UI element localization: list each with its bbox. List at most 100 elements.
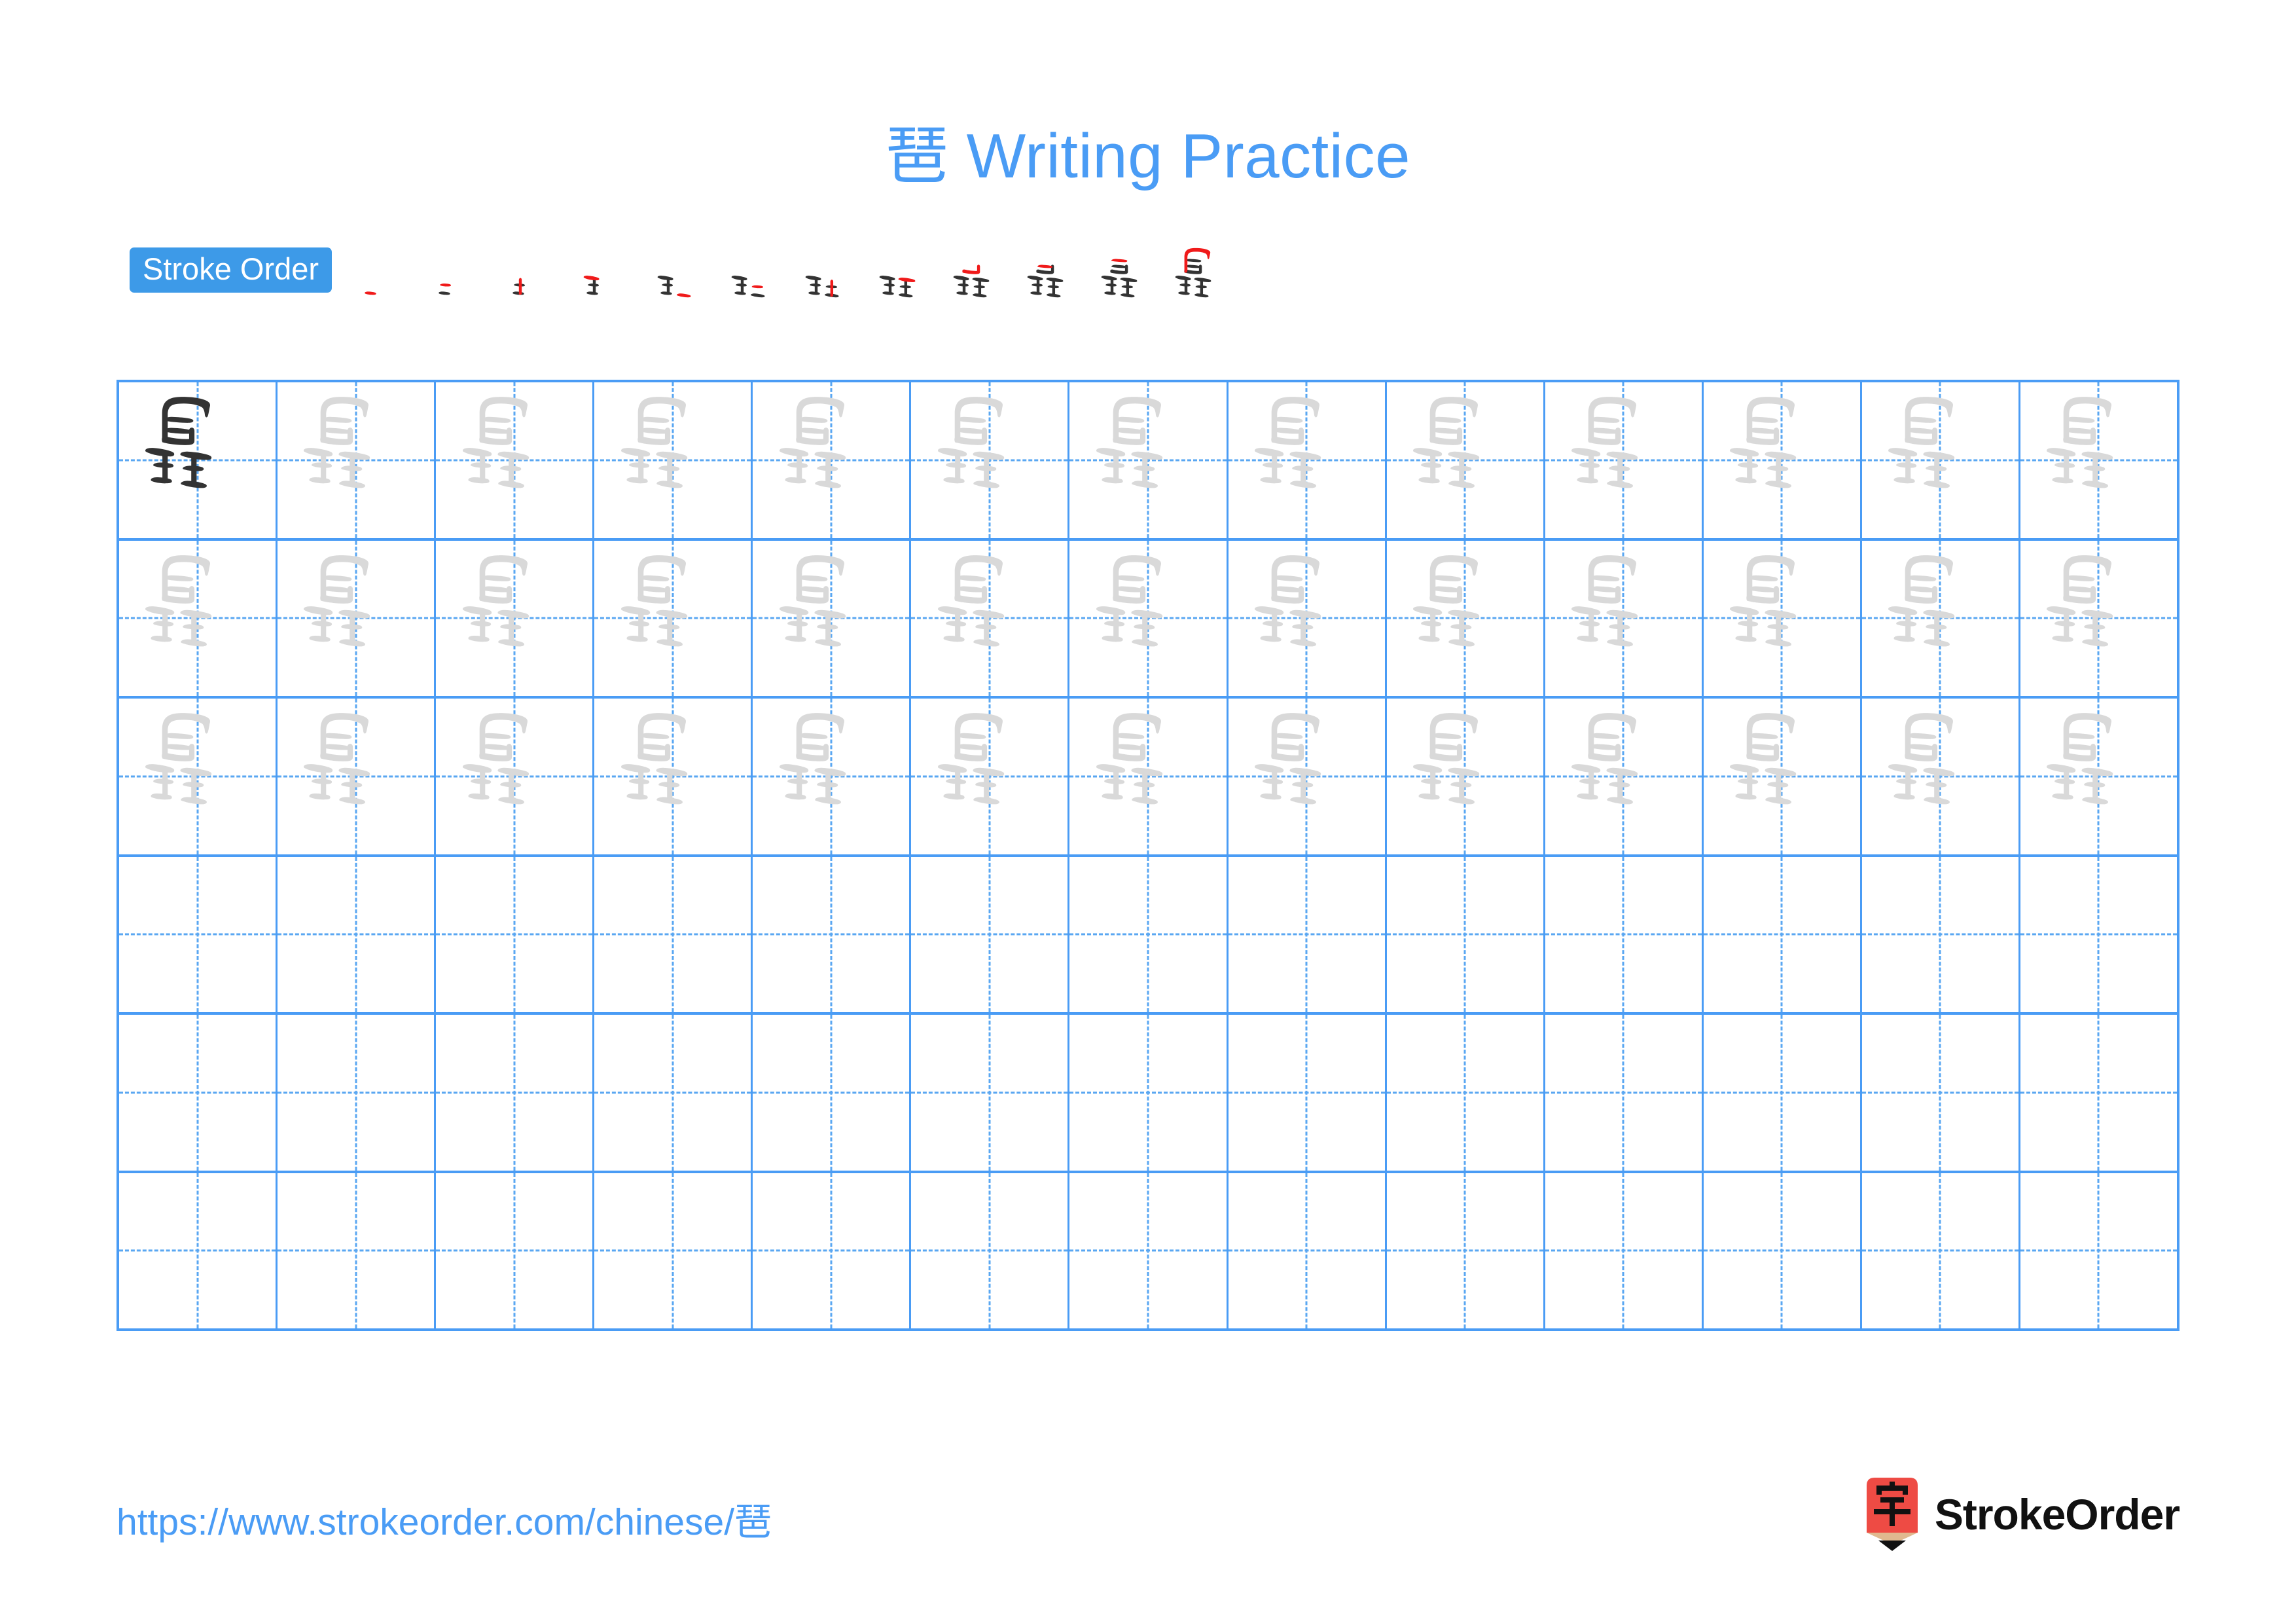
trace-character: [1704, 541, 1860, 697]
practice-cell-r5-c13[interactable]: [2020, 1015, 2177, 1171]
practice-cell-r5-c2[interactable]: [278, 1015, 437, 1171]
practice-cell-r4-c1[interactable]: [119, 856, 278, 1012]
practice-cell-r4-c8[interactable]: [1229, 856, 1387, 1012]
practice-cell-r3-c11[interactable]: [1704, 699, 1862, 854]
practice-cell-r5-c12[interactable]: [1862, 1015, 2020, 1171]
practice-cell-r3-c9[interactable]: [1387, 699, 1545, 854]
practice-cell-r5-c10[interactable]: [1545, 1015, 1704, 1171]
practice-cell-r4-c12[interactable]: [1862, 856, 2020, 1012]
practice-cell-r1-c13[interactable]: [2020, 382, 2177, 538]
practice-cell-r2-c1[interactable]: [119, 540, 278, 696]
practice-cell-r6-c5[interactable]: [753, 1173, 912, 1328]
trace-character: [1704, 382, 1860, 538]
practice-cell-r3-c6[interactable]: [911, 699, 1070, 854]
practice-cell-r3-c13[interactable]: [2020, 699, 2177, 854]
trace-character: [1862, 382, 2018, 538]
practice-cell-r5-c6[interactable]: [911, 1015, 1070, 1171]
practice-cell-r4-c2[interactable]: [278, 856, 437, 1012]
trace-character: [911, 382, 1067, 538]
trace-character: [1229, 541, 1385, 697]
practice-cell-r2-c7[interactable]: [1069, 540, 1229, 697]
practice-cell-r6-c11[interactable]: [1704, 1173, 1862, 1328]
practice-cell-r5-c9[interactable]: [1387, 1015, 1545, 1171]
practice-cell-r1-c11[interactable]: [1704, 382, 1862, 538]
practice-cell-r5-c7[interactable]: [1069, 1015, 1229, 1171]
practice-cell-r3-c2[interactable]: [278, 699, 437, 854]
trace-character: [278, 382, 434, 538]
practice-cell-r6-c6[interactable]: [911, 1173, 1070, 1328]
practice-cell-r6-c7[interactable]: [1069, 1173, 1229, 1328]
practice-cell-r6-c3[interactable]: [436, 1173, 595, 1328]
practice-cell-r6-c1[interactable]: [119, 1173, 278, 1328]
practice-cell-r1-c9[interactable]: [1387, 382, 1545, 538]
trace-character: [594, 541, 751, 697]
practice-cell-r2-c2[interactable]: [278, 540, 437, 696]
practice-cell-r6-c2[interactable]: [278, 1173, 437, 1328]
practice-cell-r4-c13[interactable]: [2020, 857, 2177, 1013]
practice-cell-r1-c5[interactable]: [753, 382, 912, 538]
practice-cell-r6-c12[interactable]: [1862, 1173, 2020, 1328]
trace-character: [911, 541, 1067, 697]
practice-cell-r4-c9[interactable]: [1387, 856, 1545, 1012]
trace-character: [2020, 541, 2177, 697]
practice-cell-r2-c13[interactable]: [2020, 541, 2177, 697]
practice-cell-r1-c2[interactable]: [278, 382, 437, 538]
practice-cell-r5-c1[interactable]: [119, 1015, 278, 1171]
stroke-order-step-4: [575, 244, 649, 321]
practice-cell-r3-c5[interactable]: [753, 699, 912, 854]
practice-cell-r5-c4[interactable]: [594, 1015, 753, 1171]
practice-cell-r3-c4[interactable]: [594, 699, 753, 854]
practice-cell-r2-c8[interactable]: [1229, 540, 1387, 697]
practice-cell-r2-c5[interactable]: [753, 540, 912, 696]
brand-name: StrokeOrder: [1934, 1490, 2180, 1539]
footer-url[interactable]: https://www.strokeorder.com/chinese/琶: [117, 1492, 772, 1546]
practice-cell-r3-c10[interactable]: [1545, 699, 1704, 854]
practice-cell-r4-c4[interactable]: [594, 856, 753, 1012]
practice-cell-r3-c8[interactable]: [1229, 699, 1387, 854]
practice-cell-r6-c8[interactable]: [1229, 1173, 1387, 1328]
practice-cell-r3-c3[interactable]: [436, 699, 595, 854]
practice-cell-r1-c4[interactable]: [594, 382, 753, 538]
practice-cell-r2-c10[interactable]: [1545, 540, 1704, 696]
practice-cell-r1-c10[interactable]: [1545, 382, 1704, 538]
practice-cell-r2-c4[interactable]: [594, 540, 753, 697]
trace-character: [1704, 699, 1860, 854]
practice-cell-r1-c1[interactable]: [119, 382, 278, 538]
practice-cell-r6-c10[interactable]: [1545, 1173, 1704, 1328]
stroke-order-step-3: [501, 244, 575, 321]
practice-cell-r2-c9[interactable]: [1387, 540, 1545, 697]
trace-character: [1069, 541, 1226, 697]
stroke-order-badge: Stroke Order: [130, 247, 332, 293]
practice-cell-r5-c3[interactable]: [436, 1015, 595, 1171]
trace-character: [278, 699, 434, 854]
practice-cell-r4-c7[interactable]: [1069, 856, 1229, 1012]
practice-cell-r1-c8[interactable]: [1229, 382, 1387, 538]
practice-cell-r6-c13[interactable]: [2020, 1173, 2177, 1329]
practice-cell-r4-c6[interactable]: [911, 856, 1070, 1012]
practice-cell-r2-c11[interactable]: [1704, 540, 1862, 697]
stroke-order-step-1: [353, 244, 427, 321]
practice-cell-r6-c4[interactable]: [594, 1173, 753, 1328]
trace-character: [1545, 699, 1702, 854]
practice-cell-r2-c12[interactable]: [1862, 540, 2020, 696]
practice-cell-r4-c10[interactable]: [1545, 856, 1704, 1012]
practice-cell-r2-c6[interactable]: [911, 540, 1070, 697]
practice-cell-r3-c7[interactable]: [1069, 699, 1229, 854]
practice-cell-r4-c3[interactable]: [436, 856, 595, 1012]
practice-cell-r4-c5[interactable]: [753, 856, 912, 1012]
practice-cell-r4-c11[interactable]: [1704, 856, 1862, 1012]
practice-cell-r1-c12[interactable]: [1862, 382, 2020, 538]
trace-character: [1387, 541, 1543, 697]
practice-cell-r1-c6[interactable]: [911, 382, 1070, 538]
practice-cell-r5-c11[interactable]: [1704, 1015, 1862, 1171]
practice-cell-r5-c8[interactable]: [1229, 1015, 1387, 1171]
practice-cell-r6-c9[interactable]: [1387, 1173, 1545, 1328]
practice-cell-r3-c12[interactable]: [1862, 699, 2020, 854]
practice-cell-r3-c1[interactable]: [119, 699, 278, 854]
practice-cell-r1-c7[interactable]: [1069, 382, 1229, 538]
footer-logo[interactable]: StrokeOrder: [1864, 1476, 2180, 1552]
practice-cell-r2-c3[interactable]: [436, 540, 595, 696]
practice-cell-r5-c5[interactable]: [753, 1015, 912, 1171]
practice-cell-r1-c3[interactable]: [436, 382, 595, 538]
trace-character: [1229, 699, 1385, 854]
